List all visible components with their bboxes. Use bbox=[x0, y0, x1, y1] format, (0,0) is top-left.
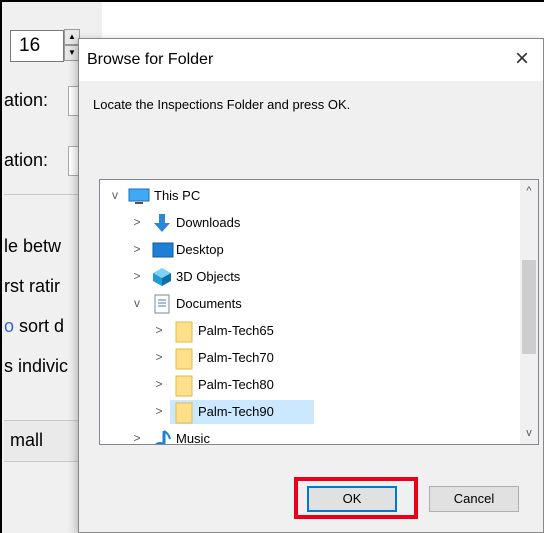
tree-item-label: Palm-Tech65 bbox=[198, 323, 274, 338]
tree-scrollbar[interactable]: ^ v bbox=[520, 180, 538, 444]
folder-icon bbox=[174, 402, 194, 424]
font-size-value: 16 bbox=[19, 35, 41, 56]
folder-icon bbox=[174, 348, 194, 370]
tree-item-palm-tech90[interactable]: > Palm-Tech90 bbox=[100, 400, 510, 424]
ok-button-highlight-box bbox=[294, 477, 418, 519]
music-icon bbox=[152, 429, 172, 444]
tree-item-palm-tech70[interactable]: > Palm-Tech70 bbox=[100, 346, 510, 370]
tree-item-label: 3D Objects bbox=[176, 269, 241, 284]
documents-icon bbox=[152, 294, 172, 314]
chevron-right-icon[interactable]: > bbox=[130, 269, 144, 283]
folder-icon bbox=[174, 375, 194, 397]
tree-item-downloads[interactable]: > Downloads bbox=[100, 211, 510, 235]
tree-item-this-pc[interactable]: v This PC bbox=[100, 184, 510, 208]
chevron-right-icon[interactable]: > bbox=[152, 350, 166, 364]
tree-item-documents[interactable]: v Documents bbox=[100, 292, 510, 316]
tree-item-label: Palm-Tech80 bbox=[198, 377, 274, 392]
tree-item-palm-tech80[interactable]: > Palm-Tech80 bbox=[100, 373, 510, 397]
tree-item-label: Documents bbox=[176, 296, 242, 311]
dialog-title: Browse for Folder bbox=[87, 51, 214, 68]
bg-text-3-rest: sort d bbox=[14, 316, 65, 336]
font-size-spinbox[interactable]: 16 bbox=[10, 30, 64, 62]
tree-item-label: This PC bbox=[154, 188, 201, 203]
pc-icon bbox=[128, 186, 150, 206]
bg-label-2: ation: bbox=[4, 150, 49, 170]
chevron-right-icon[interactable]: > bbox=[152, 377, 166, 391]
dialog-titlebar[interactable]: Browse for Folder × bbox=[79, 39, 543, 81]
folder-icon bbox=[174, 321, 194, 343]
desktop-icon bbox=[152, 240, 174, 260]
browse-for-folder-dialog: Browse for Folder × Locate the Inspectio… bbox=[78, 38, 544, 533]
tree-item-label: Desktop bbox=[176, 242, 224, 257]
tree-item-music[interactable]: > Music bbox=[100, 427, 510, 445]
chevron-right-icon[interactable]: > bbox=[130, 431, 144, 444]
tree-item-palm-tech65[interactable]: > Palm-Tech65 bbox=[100, 319, 510, 343]
scroll-up-icon[interactable]: ^ bbox=[520, 182, 538, 200]
tree-item-desktop[interactable]: > Desktop bbox=[100, 238, 510, 262]
cancel-button[interactable]: Cancel bbox=[429, 486, 519, 512]
tree-item-label: Palm-Tech90 bbox=[198, 404, 274, 419]
bg-label-1: ation: bbox=[4, 90, 49, 110]
tree-item-label: Music bbox=[176, 431, 210, 445]
chevron-right-icon[interactable]: > bbox=[152, 404, 166, 418]
scroll-down-icon[interactable]: v bbox=[520, 424, 538, 442]
folder-tree[interactable]: v This PC > Downloads > Desktop > 3D Obj… bbox=[99, 179, 539, 445]
downloads-icon bbox=[152, 213, 172, 233]
bg-text-3-blue: o bbox=[4, 316, 15, 336]
close-icon[interactable]: × bbox=[507, 45, 537, 75]
chevron-down-icon[interactable]: v bbox=[130, 296, 144, 310]
chevron-right-icon[interactable]: > bbox=[152, 323, 166, 337]
bg-dropdown-value: mall bbox=[10, 430, 44, 450]
chevron-right-icon[interactable]: > bbox=[130, 215, 144, 229]
dialog-instruction: Locate the Inspections Folder and press … bbox=[93, 97, 351, 112]
tree-item-3d-objects[interactable]: > 3D Objects bbox=[100, 265, 510, 289]
3d-objects-icon bbox=[152, 267, 172, 287]
scrollbar-thumb[interactable] bbox=[522, 260, 536, 354]
chevron-down-icon[interactable]: v bbox=[108, 188, 122, 202]
chevron-right-icon[interactable]: > bbox=[130, 242, 144, 256]
tree-item-label: Palm-Tech70 bbox=[198, 350, 274, 365]
tree-item-label: Downloads bbox=[176, 215, 241, 230]
